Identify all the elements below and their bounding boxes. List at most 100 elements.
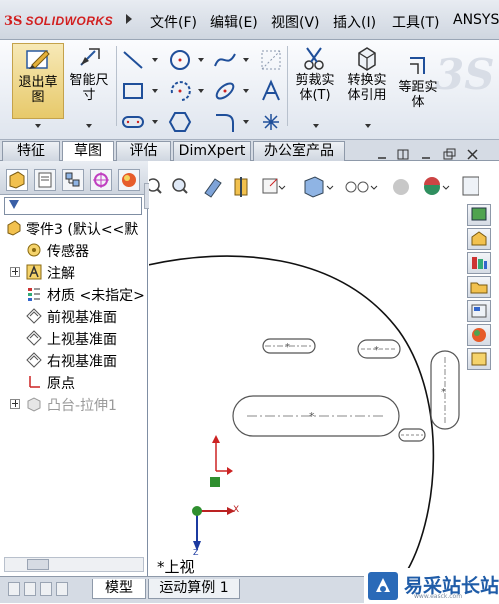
file-explorer-icon[interactable] [467, 252, 491, 274]
menu-edit[interactable]: 编辑(E) [210, 12, 258, 32]
offset-entities-button[interactable]: 等距实体 [394, 52, 442, 110]
solidworks-forum-icon[interactable] [467, 348, 491, 370]
construction-geometry-icon[interactable] [259, 48, 283, 72]
property-manager-tab-icon[interactable] [34, 169, 56, 191]
trim-dropdown-icon[interactable] [313, 124, 319, 128]
panel-tabs [0, 161, 148, 195]
tree-item-right-plane[interactable]: 右视基准面 [0, 349, 146, 371]
tree-root-part[interactable]: 零件3 (默认<<默 [0, 217, 146, 239]
tab-office-products[interactable]: 办公室产品 [253, 141, 345, 161]
spline-icon[interactable] [213, 48, 237, 72]
ellipse-dropdown-icon[interactable] [243, 89, 249, 93]
tree-item-label: 原点 [47, 376, 75, 392]
slot-icon[interactable] [121, 110, 145, 134]
tree-item-top-plane[interactable]: 上视基准面 [0, 327, 146, 349]
previous-view-icon[interactable] [204, 178, 222, 198]
line-dropdown-icon[interactable] [152, 58, 158, 62]
first-tab-nav-icon[interactable] [8, 582, 20, 596]
appearances-icon[interactable] [467, 300, 491, 322]
sketch-slot-1[interactable]: * [262, 338, 316, 354]
display-style-icon[interactable] [304, 176, 334, 198]
zoom-area-icon[interactable] [172, 178, 188, 194]
fillet-icon[interactable] [213, 110, 237, 134]
menu-ansys[interactable]: ANSYS [453, 12, 499, 28]
tile-document-icon[interactable] [397, 149, 409, 160]
exit-sketch-dropdown-icon[interactable] [35, 124, 41, 128]
exit-sketch-button[interactable]: 退出草图 [12, 43, 64, 119]
menu-view[interactable]: 视图(V) [271, 12, 320, 32]
configuration-manager-tab-icon[interactable] [62, 169, 84, 191]
arc-dropdown-icon[interactable] [198, 89, 204, 93]
tab-motion-study-1[interactable]: 运动算例 1 [148, 579, 240, 599]
menu-bar: 3S SOLIDWORKS 文件(F) 编辑(E) 视图(V) 插入(I) 工具… [0, 0, 499, 40]
close-document-icon[interactable] [467, 149, 478, 160]
trim-entities-button[interactable]: 剪裁实体(T) [290, 45, 340, 103]
zoom-to-fit-icon[interactable] [149, 178, 162, 194]
view-palette-icon[interactable] [467, 276, 491, 298]
rectangle-icon[interactable] [121, 79, 145, 103]
view-orientation-icon[interactable] [262, 178, 286, 194]
tree-item-origin[interactable]: 原点 [0, 371, 146, 393]
section-view-icon[interactable] [234, 177, 248, 197]
solidworks-logo[interactable]: 3S SOLIDWORKS [4, 10, 113, 32]
spline-dropdown-icon[interactable] [243, 58, 249, 62]
ellipse-icon[interactable] [213, 79, 237, 103]
display-manager-tab-icon[interactable] [118, 169, 140, 191]
sketch-slot-2[interactable]: * [357, 339, 401, 359]
menu-file[interactable]: 文件(F) [150, 12, 197, 32]
edit-appearance-icon[interactable] [393, 179, 409, 195]
circle-icon[interactable] [168, 48, 192, 72]
tree-item-material[interactable]: 材质 <未指定> [0, 283, 146, 305]
menu-tools[interactable]: 工具(T) [392, 12, 439, 32]
solidworks-resources-icon[interactable] [467, 204, 491, 226]
tree-item-annotations[interactable]: 注解 [0, 261, 146, 283]
text-icon[interactable] [259, 79, 283, 103]
view-orientation-triad[interactable] [192, 506, 235, 551]
tree-item-sensors[interactable]: 传感器 [0, 239, 146, 261]
convert-dropdown-icon[interactable] [365, 124, 371, 128]
dimxpert-manager-tab-icon[interactable] [90, 169, 112, 191]
line-icon[interactable] [121, 48, 145, 72]
sketch-slot-3[interactable]: * [430, 350, 460, 430]
tab-model[interactable]: 模型 [92, 579, 146, 599]
expand-toggle-icon[interactable] [10, 399, 20, 409]
tree-item-front-plane[interactable]: 前视基准面 [0, 305, 146, 327]
arc-icon[interactable] [168, 79, 192, 103]
fillet-dropdown-icon[interactable] [243, 120, 249, 124]
slot-dropdown-icon[interactable] [152, 120, 158, 124]
circle-dropdown-icon[interactable] [198, 58, 204, 62]
design-library-icon[interactable] [467, 228, 491, 250]
sketch-origin[interactable] [210, 435, 233, 487]
custom-properties-icon[interactable] [467, 324, 491, 346]
sketch-slot-5[interactable] [398, 428, 426, 442]
tab-dimxpert[interactable]: DimXpert [173, 141, 251, 161]
polygon-icon[interactable] [168, 110, 192, 134]
convert-entities-label: 转换实体引用 [347, 73, 387, 103]
view-settings-icon[interactable] [462, 176, 479, 196]
tab-features[interactable]: 特征 [2, 141, 60, 161]
expand-toggle-icon[interactable] [10, 267, 20, 277]
menu-expand-arrow-icon[interactable] [126, 14, 132, 24]
tree-item-label: 上视基准面 [47, 332, 117, 348]
next-tab-nav-icon[interactable] [40, 582, 52, 596]
panel-horizontal-scrollbar[interactable] [4, 557, 144, 572]
sketch-slot-4[interactable]: * [232, 395, 400, 437]
hide-show-items-icon[interactable] [345, 181, 378, 193]
smart-dimension-dropdown-icon[interactable] [86, 124, 92, 128]
scrollbar-thumb[interactable] [27, 559, 49, 570]
restore-document-icon[interactable] [443, 148, 456, 160]
menu-insert[interactable]: 插入(I) [333, 12, 376, 32]
tree-filter-input[interactable] [4, 197, 142, 215]
last-tab-nav-icon[interactable] [56, 582, 68, 596]
tab-sketch[interactable]: 草图 [62, 141, 114, 162]
convert-entities-button[interactable]: 转换实体引用 [342, 45, 392, 103]
smart-dimension-button[interactable]: 智能尺寸 [66, 45, 112, 103]
apply-scene-icon[interactable] [424, 177, 450, 195]
feature-manager-tab-icon[interactable] [6, 169, 28, 191]
rectangle-dropdown-icon[interactable] [152, 89, 158, 93]
point-icon[interactable] [259, 110, 283, 134]
prev-tab-nav-icon[interactable] [24, 582, 36, 596]
tree-item-boss-extrude[interactable]: 凸台-拉伸1 [0, 393, 146, 415]
graphics-area[interactable]: * * * * X Z *上视 [149, 161, 499, 576]
tab-evaluate[interactable]: 评估 [116, 141, 171, 161]
